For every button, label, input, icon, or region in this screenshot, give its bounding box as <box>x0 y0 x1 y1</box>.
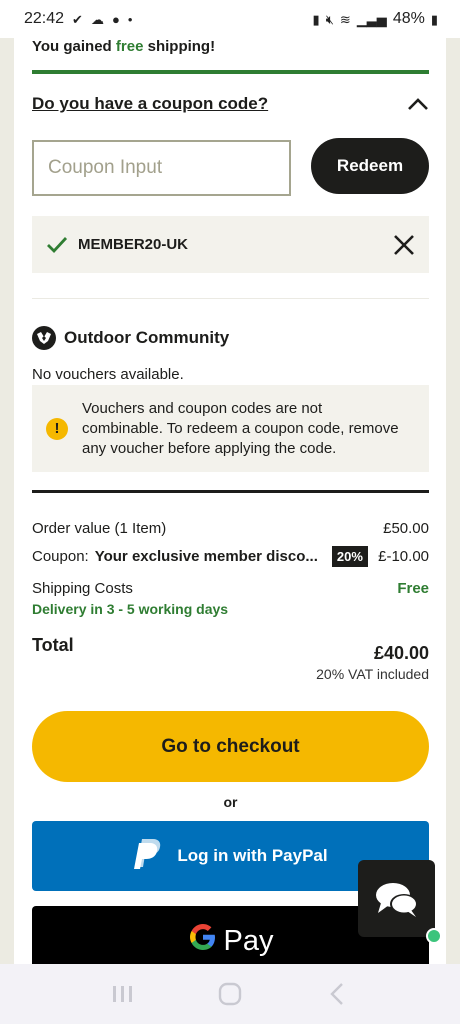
paypal-logo-icon <box>133 837 163 876</box>
dot-icon: • <box>127 11 133 27</box>
shipping-costs-value: Free <box>397 580 429 597</box>
outdoor-community-logo-icon <box>32 326 56 350</box>
chat-bubbles-icon <box>375 882 418 917</box>
coupon-input[interactable] <box>32 140 291 196</box>
coupon-label: Coupon: <box>32 548 89 565</box>
voucher-notice: ! Vouchers and coupon codes are not comb… <box>32 385 429 472</box>
back-icon[interactable] <box>322 979 352 1009</box>
status-left: 22:42 ✔ ☁ ● • <box>24 10 132 28</box>
discount-badge: 20% <box>331 546 368 567</box>
section-divider <box>32 298 429 299</box>
free-shipping-message: You gained free shipping! <box>32 38 429 55</box>
check-icon <box>47 236 68 253</box>
free-shipping-suffix: shipping! <box>143 38 216 55</box>
wifi-icon: ≋ <box>339 11 351 27</box>
order-value-row: Order value (1 Item) £50.00 <box>32 520 429 537</box>
recent-apps-icon[interactable] <box>108 979 138 1009</box>
coupon-discount-row: Coupon: Your exclusive member disco... 2… <box>32 546 429 567</box>
applied-coupon-code: MEMBER20-UK <box>78 236 189 253</box>
live-chat-button[interactable] <box>358 860 435 937</box>
delivery-estimate: Delivery in 3 - 5 working days <box>32 601 229 617</box>
coupon-section-header[interactable]: Do you have a coupon code? <box>32 94 429 114</box>
community-header: Outdoor Community <box>32 326 429 350</box>
cloud-icon: ☁ <box>90 11 104 27</box>
android-nav-bar <box>0 964 460 1024</box>
coupon-discount-amount: £-10.00 <box>378 548 429 565</box>
battery-icon: ▮ <box>430 11 438 27</box>
signal-icon: ▁▃▅ <box>356 11 387 27</box>
online-status-indicator <box>426 928 442 944</box>
order-value-amount: £50.00 <box>383 520 429 537</box>
notice-line: combinable. To redeem a coupon code, rem… <box>82 419 399 437</box>
total-amount: £40.00 <box>373 643 429 663</box>
coupon-discount-label: Coupon: Your exclusive member disco... 2… <box>32 546 368 567</box>
applied-coupon-row: MEMBER20-UK <box>32 216 429 273</box>
vat-note: 20% VAT included <box>316 666 429 682</box>
total-row: Total £40.00 <box>32 635 429 664</box>
remove-coupon-close-icon[interactable] <box>393 234 415 256</box>
coupon-toggle-link[interactable]: Do you have a coupon code? <box>32 94 268 114</box>
status-time: 22:42 <box>24 10 65 27</box>
notice-line: Vouchers and coupon codes are not <box>82 399 323 417</box>
coupon-description: Your exclusive member disco... <box>94 548 318 565</box>
order-value-label: Order value (1 Item) <box>32 520 167 537</box>
google-pay-label: Pay <box>223 924 274 957</box>
redeem-button[interactable]: Redeem <box>311 138 429 194</box>
google-g-logo-icon <box>188 922 218 960</box>
home-icon[interactable] <box>215 979 245 1009</box>
community-title: Outdoor Community <box>64 328 230 347</box>
mute-icon: 🔇︎ <box>325 11 334 27</box>
notice-line: any voucher before applying the code. <box>82 439 337 457</box>
paypal-login-label: Log in with PayPal <box>177 846 328 865</box>
chat-notification-icon: ● <box>111 11 120 27</box>
summary-divider <box>32 490 429 493</box>
status-right: ▮ 🔇︎ ≋ ▁▃▅ 48% ▮ <box>313 10 438 28</box>
total-label: Total <box>32 635 74 655</box>
free-shipping-progress-bar <box>32 70 429 74</box>
or-separator: or <box>223 794 238 810</box>
shipping-costs-row: Shipping Costs Free <box>32 580 429 597</box>
go-to-checkout-button[interactable]: Go to checkout <box>32 711 429 782</box>
warning-icon: ! <box>46 417 68 440</box>
battery-saver-icon: ▮ <box>312 11 320 27</box>
voucher-notice-text: Vouchers and coupon codes are not combin… <box>82 399 399 459</box>
free-shipping-prefix: You gained <box>32 38 116 55</box>
chevron-up-icon[interactable] <box>407 97 429 111</box>
check-notification-icon: ✔ <box>72 11 83 27</box>
no-vouchers-text: No vouchers available. <box>32 366 184 383</box>
free-shipping-highlight: free <box>115 38 144 55</box>
cart-summary-card: You gained free shipping! Do you have a … <box>14 28 446 964</box>
shipping-costs-label: Shipping Costs <box>32 580 133 597</box>
status-bar: 22:42 ✔ ☁ ● • ▮ 🔇︎ ≋ ▁▃▅ 48% ▮ <box>0 0 460 38</box>
battery-level: 48% <box>392 10 425 27</box>
